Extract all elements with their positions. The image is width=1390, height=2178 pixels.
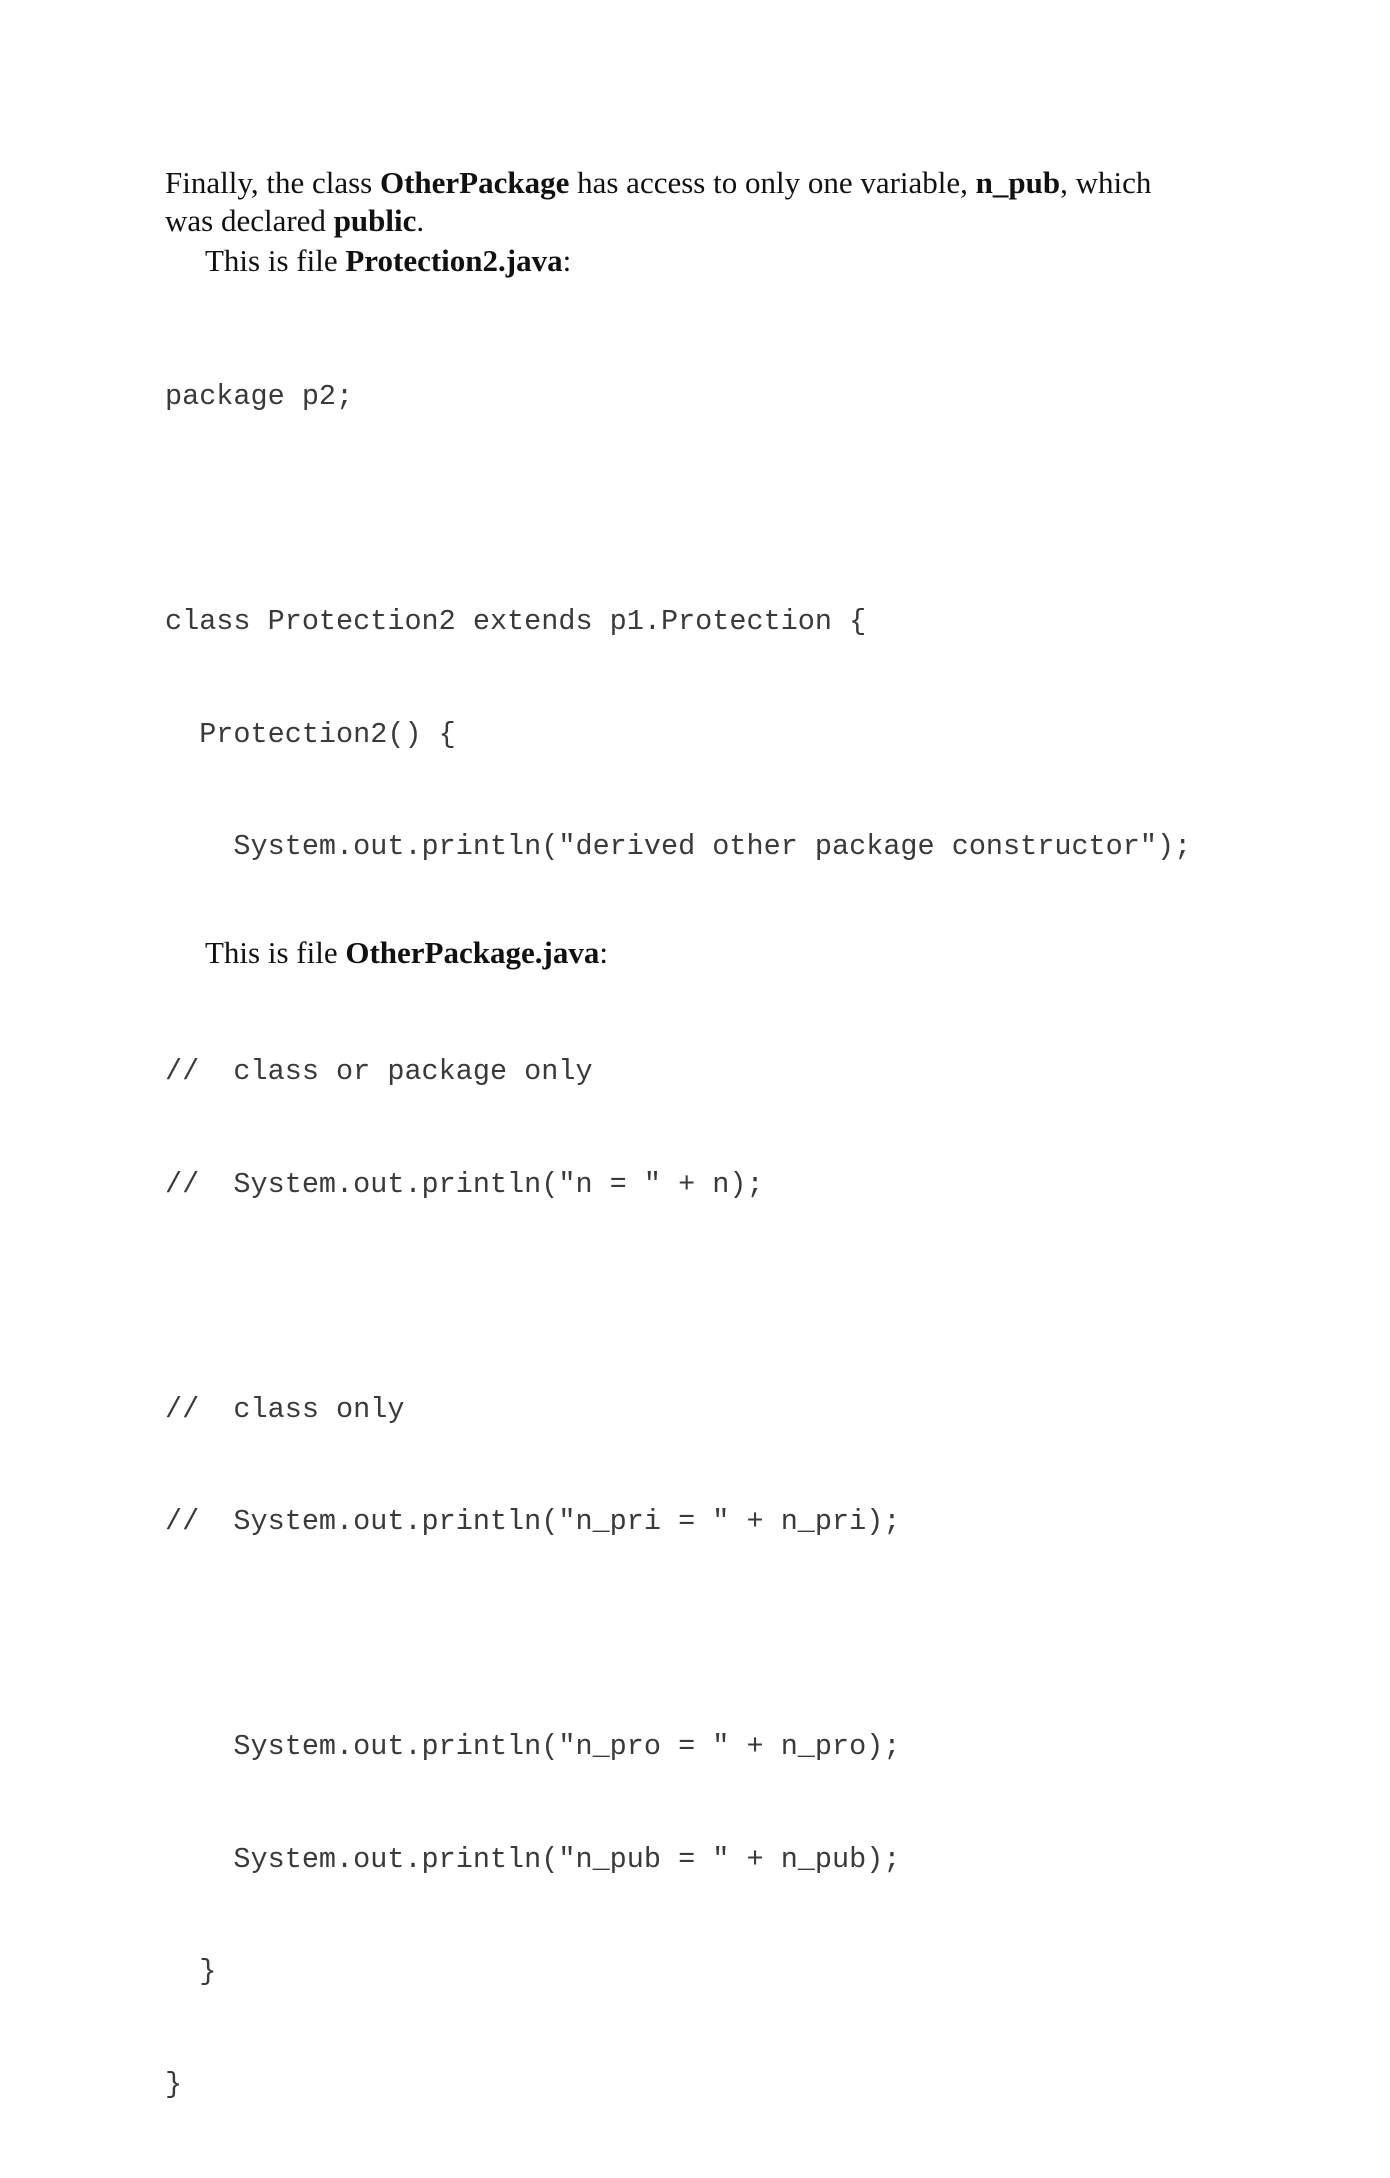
- code-line: Protection2() {: [165, 717, 456, 751]
- intro-paragraph: Finally, the class OtherPackage has acce…: [165, 164, 1265, 240]
- file-heading-prefix: This is file: [205, 935, 346, 970]
- intro-text: Finally, the class: [165, 165, 380, 200]
- code-line: // System.out.println("n_pri = " + n_pri…: [165, 1505, 901, 1538]
- document-page: Finally, the class OtherPackage has acce…: [0, 0, 1390, 2101]
- file-name: Protection2.java: [345, 243, 563, 278]
- intro-text: was declared: [165, 203, 334, 238]
- file-heading-protection2: This is file Protection2.java:: [205, 242, 1305, 280]
- code-listing: package p2; class Protection2 extends p1…: [165, 303, 1265, 2178]
- file-heading-otherpackage: This is file OtherPackage.java:: [205, 934, 1305, 972]
- code-line: // class or package only: [165, 1055, 593, 1088]
- file-heading-suffix: :: [562, 243, 572, 278]
- code-line: package p2;: [165, 380, 354, 413]
- file-heading-suffix: :: [599, 935, 608, 970]
- code-line: }: [165, 2067, 183, 2101]
- intro-text: , which: [1060, 165, 1152, 200]
- code-line: }: [165, 1955, 217, 1988]
- file-name: OtherPackage.java: [345, 935, 600, 970]
- code-line: System.out.println("n_pro = " + n_pro);: [165, 1730, 901, 1763]
- code-line: class Protection2 extends p1.Protection …: [165, 605, 867, 638]
- code-line: System.out.println("derived other packag…: [165, 830, 1192, 863]
- intro-text: .: [416, 203, 425, 238]
- code-line: // class only: [165, 1392, 405, 1426]
- class-name-otherpackage: OtherPackage: [379, 165, 570, 200]
- file-heading-prefix: This is file: [205, 243, 346, 278]
- keyword-public: public: [333, 203, 417, 238]
- code-line: // System.out.println("n = " + n);: [165, 1167, 764, 1201]
- variable-name-n-pub: n_pub: [975, 165, 1061, 200]
- code-line: System.out.println("n_pub = " + n_pub);: [165, 1842, 901, 1876]
- intro-text: has access to only one variable,: [569, 165, 976, 200]
